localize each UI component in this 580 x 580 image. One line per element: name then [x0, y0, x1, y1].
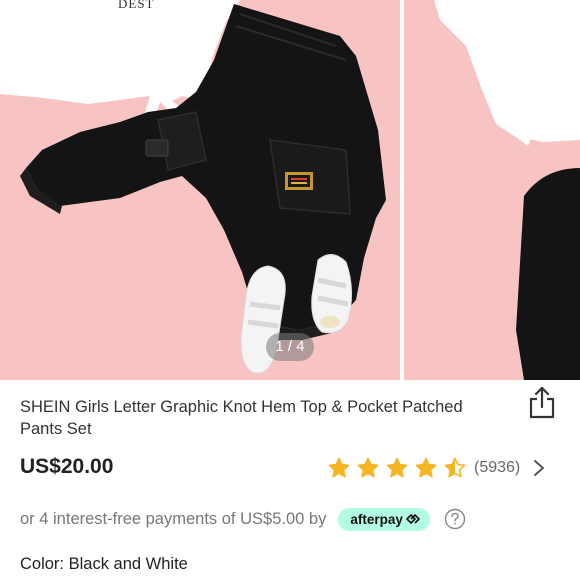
color-label: Color:	[20, 555, 65, 573]
product-photo-next	[404, 0, 580, 380]
svg-text:DEST: DEST	[118, 0, 155, 11]
star-icon	[357, 457, 379, 478]
star-icon	[444, 457, 466, 478]
product-title: SHEIN Girls Letter Graphic Knot Hem Top …	[20, 398, 463, 438]
rating-stars	[328, 457, 473, 479]
color-value: Black and White	[68, 555, 188, 573]
rating-summary[interactable]: (5936)	[328, 454, 546, 482]
star-icon	[328, 457, 350, 478]
star-icon	[415, 457, 437, 478]
product-image-main[interactable]: DEST	[0, 0, 400, 380]
share-icon	[529, 386, 555, 419]
image-counter: 1 / 4	[266, 333, 314, 361]
color-selection: Color: Black and White	[20, 555, 188, 574]
afterpay-logo-icon	[406, 514, 420, 524]
afterpay-badge[interactable]: afterpay	[338, 507, 430, 531]
review-count: (5936)	[474, 459, 521, 476]
installments-row: or 4 interest-free payments of US$5.00 b…	[20, 507, 466, 531]
product-image-gallery[interactable]: DEST 1 / 4	[0, 0, 580, 380]
product-price: US$20.00	[20, 455, 114, 478]
star-icon	[386, 457, 408, 478]
installments-text: or 4 interest-free payments of US$5.00 b…	[20, 509, 327, 528]
product-image-next[interactable]	[404, 0, 580, 380]
afterpay-label: afterpay	[350, 511, 403, 527]
help-circle-icon[interactable]	[444, 508, 466, 530]
product-photo: DEST	[0, 0, 400, 380]
share-button[interactable]	[526, 384, 558, 420]
chevron-right-icon[interactable]	[532, 459, 546, 477]
